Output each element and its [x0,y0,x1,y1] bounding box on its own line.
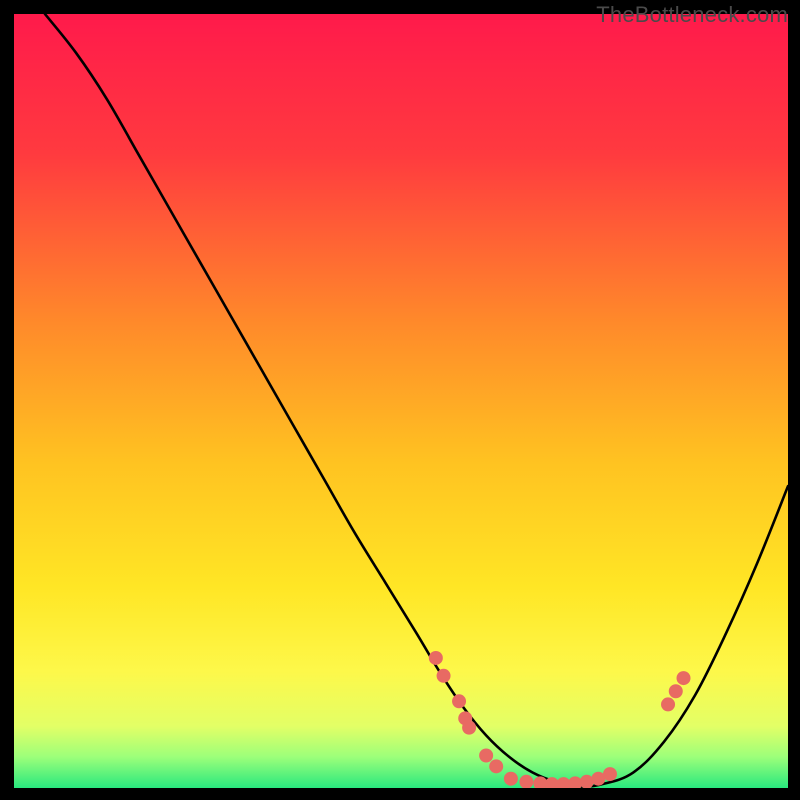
scatter-dot [489,759,503,773]
scatter-dot [452,694,466,708]
scatter-dot [661,697,675,711]
scatter-dot [669,684,683,698]
scatter-dot [429,651,443,665]
scatter-dot [479,748,493,762]
scatter-dot [603,767,617,781]
scatter-dot [504,772,518,786]
chart-frame [14,14,788,788]
scatter-dot [437,669,451,683]
scatter-dot [462,721,476,735]
gradient-background [14,14,788,788]
chart-svg [14,14,788,788]
watermark: TheBottleneck.com [596,2,788,28]
scatter-dot [677,671,691,685]
